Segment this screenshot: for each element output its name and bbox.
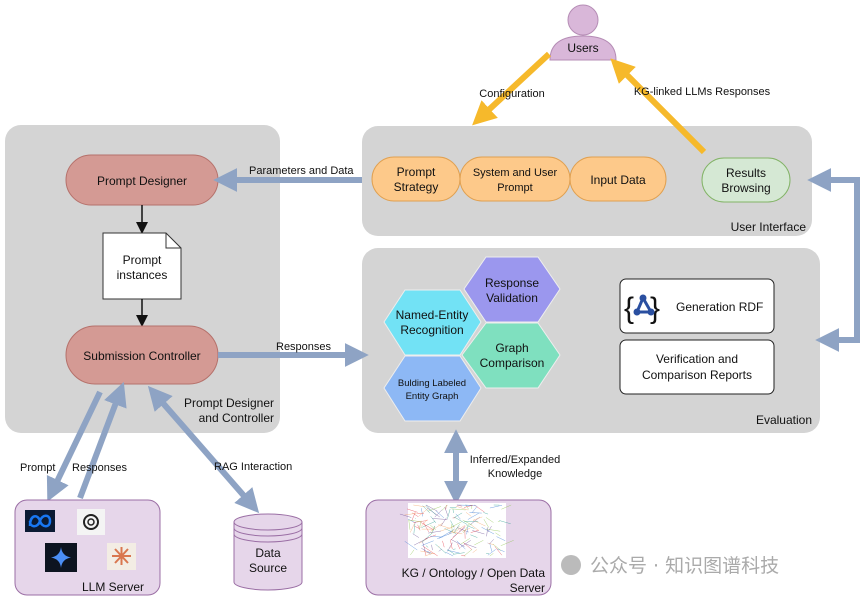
prompt-designer-label: Prompt Designer — [97, 174, 187, 188]
meta-logo-icon — [25, 510, 55, 532]
system-user-prompt-node — [459, 156, 571, 202]
data-source-label-2: Source — [249, 561, 287, 575]
system-user-prompt-label-1: System and User — [473, 167, 558, 179]
building-graph-label-2: Entity Graph — [406, 391, 459, 402]
kg-server-label-2: Server — [510, 581, 545, 595]
knowledge-graph-image — [399, 503, 514, 558]
inferred-label-2: Knowledge — [488, 468, 542, 480]
openai-logo-icon — [77, 509, 105, 535]
results-browsing-node — [701, 157, 791, 203]
prompt-instances-label-2: instances — [117, 268, 168, 282]
users-actor: Users — [549, 4, 617, 61]
graph-comparison-label-2: Comparison — [480, 356, 545, 370]
architecture-diagram: Users Configuration KG-linked LLMs Respo… — [5, 4, 860, 596]
prompt-strategy-node — [371, 156, 461, 202]
prompt-label: Prompt — [20, 462, 55, 474]
verification-reports-box — [619, 339, 775, 395]
prompt-panel-title-1: Prompt Designer — [184, 396, 274, 410]
parameters-label: Parameters and Data — [249, 165, 354, 177]
wechat-icon — [561, 555, 581, 575]
prompt-instances-label-1: Prompt — [123, 253, 162, 267]
users-label: Users — [567, 41, 598, 55]
rag-label: RAG Interaction — [214, 461, 292, 473]
responses-label: Responses — [276, 341, 332, 353]
system-user-prompt-label-2: Prompt — [497, 182, 532, 194]
data-source-label-1: Data — [255, 546, 281, 560]
evaluation-title: Evaluation — [756, 413, 812, 427]
svg-text:{: { — [624, 292, 634, 325]
submission-controller-label: Submission Controller — [83, 349, 200, 363]
inferred-label-1: Inferred/Expanded — [470, 454, 561, 466]
watermark-text: 公众号 · 知识图谱科技 — [590, 555, 779, 577]
reports-label-1: Verification and — [656, 352, 738, 366]
svg-text:}: } — [650, 292, 660, 325]
user-icon — [567, 4, 599, 36]
ui-evaluation-link-arrow — [807, 168, 860, 352]
ner-label-2: Recognition — [400, 323, 463, 337]
prompt-panel-title-2: and Controller — [199, 411, 274, 425]
input-data-label: Input Data — [590, 173, 646, 187]
gemini-logo-icon — [45, 543, 77, 572]
prompt-strategy-label-2: Strategy — [394, 180, 439, 194]
response-validation-label-2: Validation — [486, 291, 538, 305]
building-graph-label-1: Bulding Labeled — [398, 378, 466, 389]
claude-logo-icon — [107, 543, 136, 570]
generation-rdf-label: Generation RDF — [676, 300, 763, 314]
results-browsing-label-2: Browsing — [721, 181, 770, 195]
prompt-strategy-label-1: Prompt — [397, 165, 436, 179]
kg-server-label-1: KG / Ontology / Open Data — [402, 566, 546, 580]
watermark: 公众号 · 知识图谱科技 — [561, 555, 779, 577]
configuration-label: Configuration — [479, 88, 544, 100]
ner-label-1: Named-Entity — [396, 308, 469, 322]
kg-linked-label: KG-linked LLMs Responses — [634, 86, 771, 98]
llm-server-label: LLM Server — [82, 580, 144, 594]
graph-comparison-label-1: Graph — [495, 341, 528, 355]
user-interface-title: User Interface — [731, 220, 807, 234]
configuration-arrow — [472, 51, 552, 126]
results-browsing-label-1: Results — [726, 166, 766, 180]
reports-label-2: Comparison Reports — [642, 368, 752, 382]
response-validation-label-1: Response — [485, 276, 539, 290]
llm-responses-label: Responses — [72, 462, 128, 474]
